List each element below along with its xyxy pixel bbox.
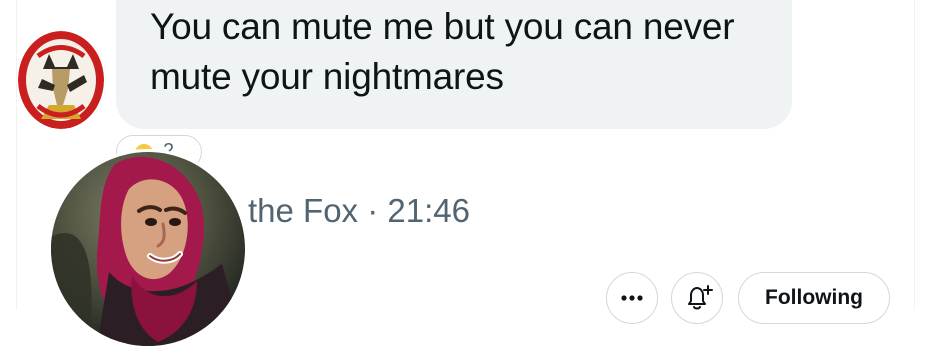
meta-separator: ·	[367, 192, 379, 229]
more-options-button[interactable]	[606, 272, 658, 324]
following-button[interactable]: Following	[738, 272, 890, 324]
profile-meta: the Fox · 21:46	[248, 192, 470, 230]
message-bubble[interactable]: You can mute me but you can never mute y…	[116, 0, 792, 129]
conversation-left-border	[16, 0, 17, 310]
message-text: You can mute me but you can never mute y…	[150, 6, 735, 97]
sender-avatar[interactable]	[18, 31, 104, 129]
conversation-right-border	[914, 0, 915, 310]
profile-avatar[interactable]	[48, 149, 248, 349]
notification-bell-plus-icon	[688, 285, 713, 310]
notification-button[interactable]	[671, 272, 723, 324]
sender-avatar-image	[18, 31, 104, 129]
more-horizontal-icon	[621, 295, 643, 301]
message-time: 21:46	[387, 192, 470, 229]
profile-name-fragment: the Fox	[248, 192, 359, 229]
profile-avatar-image	[51, 152, 245, 346]
